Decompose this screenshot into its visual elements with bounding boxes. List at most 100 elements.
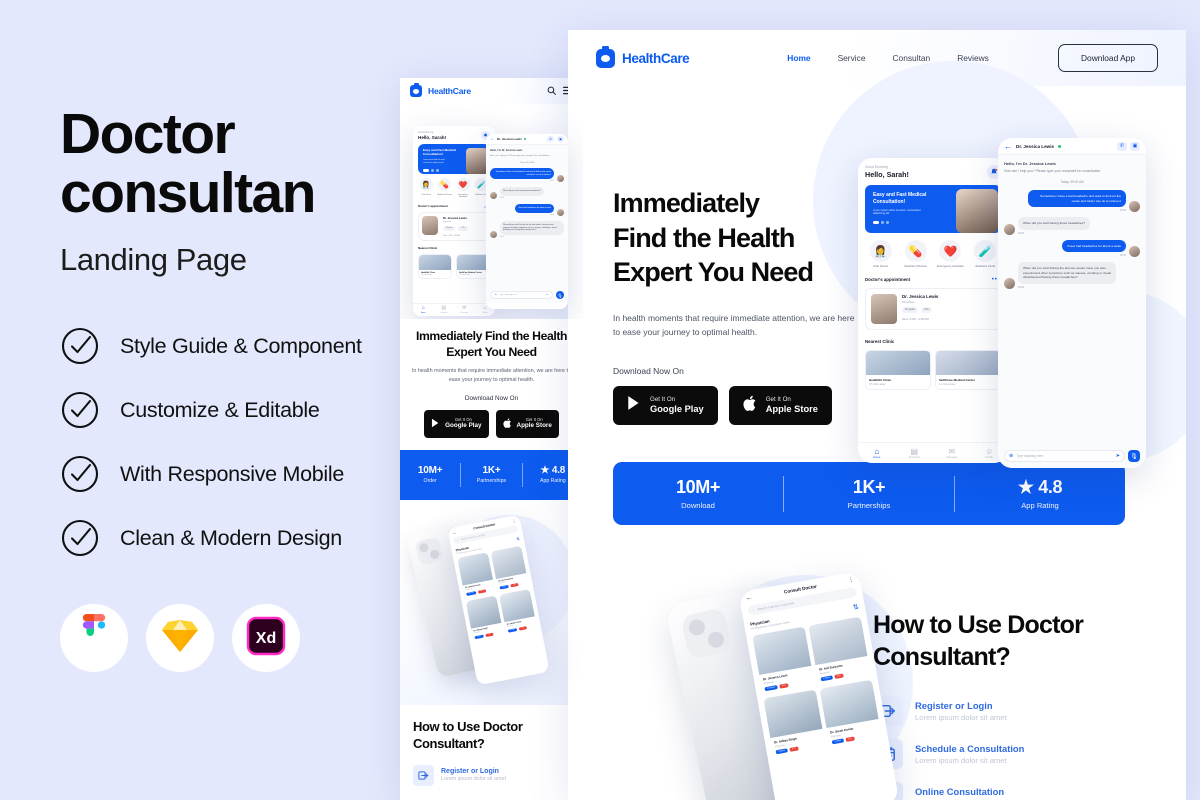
tab-home[interactable]: ⌂ Home xyxy=(413,306,434,315)
back-arrow-icon[interactable]: ← xyxy=(490,136,495,142)
appointment-time: Next: 4 PM - 4.30 PM xyxy=(902,316,929,321)
tab-schedule[interactable]: ▤ Schedule xyxy=(434,306,455,315)
chat-input[interactable]: ⊕ Type anything here. ➤ xyxy=(1004,450,1125,462)
experience-pill: 8 years xyxy=(499,584,510,590)
flask-icon: 🧪 xyxy=(974,240,997,262)
doctor-card[interactable]: Dr. Sarah Kumar Physician 9 years 4.9+ xyxy=(499,588,538,636)
call-icon[interactable]: ✆ xyxy=(1117,141,1127,151)
clinic-card[interactable]: SwiftCare Medical Center 1.2 miles away xyxy=(935,349,1001,390)
doctor-card[interactable]: Dr. Arif Suryanto Physician 8 years 4.8+ xyxy=(490,545,529,592)
store-small-label: Get It On xyxy=(765,395,791,403)
nav-item-home[interactable]: Home xyxy=(787,53,810,63)
chat-intro-title: Hello, I'm Dr. Jessica Lewis xyxy=(1004,161,1056,166)
category-chat-doctor[interactable]: 👩‍⚕️ Chat Doctor xyxy=(865,240,896,269)
figma-badge xyxy=(60,604,128,673)
mobile-hero-artwork: Good Morning Hello, Sarah! Easy and Fast… xyxy=(400,104,583,319)
google-play-button[interactable]: Get It On Google Play xyxy=(424,409,489,438)
clinic-card[interactable]: HealthKit Clinic 0.5 miles away xyxy=(865,349,931,390)
tab-home[interactable]: ⌂ Home xyxy=(858,447,896,459)
more-vertical-icon[interactable]: ⋮ xyxy=(848,576,855,584)
chat-doctor-name: Dr. Jessica Lewis xyxy=(1016,143,1055,149)
howto-heading: How to Use Doctor Consultant? xyxy=(873,610,1148,674)
hero-paragraph: In health moments that require immediate… xyxy=(613,312,855,338)
doctor-avatar-icon: 👩‍⚕️ xyxy=(419,178,433,191)
category-medicine-pharma[interactable]: 💊 Medicine Pharma xyxy=(900,240,931,269)
doctor-card[interactable]: Dr. Jessica Lewis Physician 10 years 4.9+ xyxy=(752,626,815,695)
desktop-header: HealthCare Home Service Consultan Review… xyxy=(568,30,1186,86)
appointment-card[interactable]: Dr. Jessica Lewis Physician 10 years 4.9… xyxy=(865,287,1001,330)
category-chat-doctor[interactable]: 👩‍⚕️ Chat Doctor xyxy=(418,178,435,199)
microphone-icon[interactable]: 🎙 xyxy=(556,291,564,299)
experience-pill: 10 years xyxy=(902,306,918,313)
google-play-button[interactable]: Get It On Google Play xyxy=(613,385,718,425)
hero-heading-line1: Immediately xyxy=(613,188,760,218)
avatar xyxy=(1129,246,1140,258)
category-wellness-circle[interactable]: 🧪 Wellness Circle xyxy=(970,240,1001,269)
appointment-card[interactable]: Dr. Jessica Lewis Physician 10 years 4.9+… xyxy=(418,211,490,241)
page-title: Doctor consultan xyxy=(60,105,400,222)
app-chat-screen-small: ← Dr. Jessica Lewis ✆ ▣ Hello, I'm Dr. J… xyxy=(486,134,568,309)
banner-desc: Lorem ipsum dolor sit amet, consectetur … xyxy=(423,159,446,164)
section-title: Nearest Clinic xyxy=(865,338,895,344)
doctor-card[interactable]: Dr. Jessica Lewis Physician 10 years 4.9+ xyxy=(457,552,496,599)
send-icon[interactable]: ➤ xyxy=(1116,453,1120,459)
tab-message[interactable]: ✉ Message xyxy=(454,306,475,315)
back-arrow-icon[interactable]: ← xyxy=(745,594,753,602)
tab-message[interactable]: ✉ Message xyxy=(933,447,971,459)
doctor-card[interactable]: Dr. Arif Suryanto Physician 8 years 4.8+ xyxy=(808,616,871,685)
check-circle-icon xyxy=(60,326,100,366)
doctor-card[interactable]: Dr. Aditya Singh Physician 6 years 4.7+ xyxy=(763,689,826,758)
desktop-hero: Immediately Find the Health Expert You N… xyxy=(568,61,1186,468)
nav-item-service[interactable]: Service xyxy=(838,53,866,63)
category-emergency-assistant[interactable]: ❤️ Emergency Assistant xyxy=(455,178,472,199)
check-circle-icon xyxy=(60,454,100,494)
promo-banner[interactable]: Easy and Fast Medical Consultation! Lore… xyxy=(865,185,1001,233)
filter-icon[interactable]: ⇅ xyxy=(516,536,520,542)
tab-schedule[interactable]: ▤ Schedule xyxy=(896,447,934,459)
chat-intro-desc: How can I help you? Please type your com… xyxy=(1004,169,1102,173)
doctor-card[interactable]: Dr. Sarah Kumar Physician 9 years 4.9+ xyxy=(819,679,883,748)
step-title: Schedule a Consultation xyxy=(915,742,1025,754)
stat-label: Partnerships xyxy=(476,478,507,485)
avatar xyxy=(490,231,497,239)
promo-banner[interactable]: Easy and Fast Medical Consultation! Lore… xyxy=(418,144,490,174)
microphone-icon[interactable]: 🎙 xyxy=(1128,450,1140,462)
promo-title-line2: consultan xyxy=(60,160,316,225)
store-large-label: Google Play xyxy=(650,403,704,414)
brand-logo[interactable]: HealthCare xyxy=(596,45,690,68)
doctor-photo xyxy=(956,189,998,233)
clinic-card[interactable]: HealthKit Clinic 0.5 miles away xyxy=(418,253,452,279)
back-arrow-icon[interactable]: ← xyxy=(452,529,457,535)
avatar xyxy=(490,192,497,200)
attach-icon[interactable]: ⊕ xyxy=(495,294,497,296)
back-arrow-icon[interactable]: ← xyxy=(1004,142,1012,151)
call-icon[interactable]: ✆ xyxy=(547,136,554,142)
category-emergency-assistant[interactable]: ❤️ Emergency Assistant xyxy=(935,240,966,269)
store-small-label: Get It On xyxy=(525,416,543,422)
download-app-button[interactable]: Download App xyxy=(1057,44,1158,72)
greeting: Hello, Sarah! xyxy=(418,135,447,140)
chat-doctor-name: Dr. Jessica Lewis xyxy=(497,137,522,141)
category-medicine-pharma[interactable]: 💊 Medicine Pharma xyxy=(436,178,453,199)
doctor-card[interactable]: Dr. Aditya Singh Physician 6 years 4.7+ xyxy=(465,595,504,642)
search-icon[interactable] xyxy=(547,82,556,100)
attach-icon[interactable]: ⊕ xyxy=(1009,453,1013,459)
step-title: Register or Login xyxy=(915,699,993,711)
tab-label: Profile xyxy=(482,312,488,314)
stat-value: 4.8 xyxy=(551,465,566,477)
filter-icon[interactable]: ⇅ xyxy=(852,603,860,612)
promo-panel: Doctor consultan Landing Page Style Guid… xyxy=(0,0,400,800)
chat-input[interactable]: ⊕ Type anything here. ➤ xyxy=(490,291,553,299)
video-call-icon[interactable]: ▣ xyxy=(557,136,564,142)
video-call-icon[interactable]: ▣ xyxy=(1130,141,1140,151)
feature-item: Customize & Editable xyxy=(60,390,400,430)
more-vertical-icon[interactable]: ⋮ xyxy=(512,518,517,524)
send-icon[interactable]: ➤ xyxy=(546,294,548,296)
nav-item-consultan[interactable]: Consultan xyxy=(893,53,931,63)
apple-store-button[interactable]: Get It On Apple Store xyxy=(495,409,559,438)
howto-steps: Register or Login Lorem ipsum dolor sit … xyxy=(873,695,1148,800)
clinic-card[interactable]: SwiftCare Medical Center 1.2 miles away xyxy=(456,253,490,279)
apple-store-button[interactable]: Get It On Apple Store xyxy=(728,385,832,425)
tab-label: Schedule xyxy=(908,455,920,459)
stat-value: 10M+ xyxy=(676,477,720,497)
